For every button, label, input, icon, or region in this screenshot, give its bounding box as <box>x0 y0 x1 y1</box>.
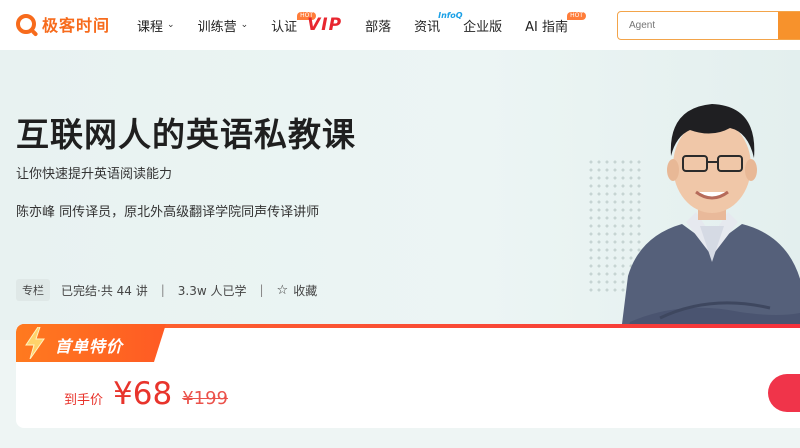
lightning-icon <box>25 327 45 359</box>
column-tag: 专栏 <box>16 279 50 301</box>
nav-item-vip[interactable]: VIP <box>297 0 342 50</box>
nav-item-label: 企业版 <box>463 19 503 35</box>
learner-count: 3.3w 人已学 <box>177 283 247 298</box>
infoq-badge: InfoQ <box>438 11 463 20</box>
divider: | <box>160 283 165 297</box>
nav-item-bootcamp[interactable]: 训练营 ⌄ <box>198 0 249 50</box>
nav-item-enterprise[interactable]: 企业版 <box>463 0 502 50</box>
nav-item-label: 部落 <box>365 19 392 35</box>
favorite-button[interactable]: ☆ 收藏 <box>277 282 318 299</box>
nav-item-label: 认证 <box>271 19 298 35</box>
logo[interactable]: 极客时间 <box>16 12 110 36</box>
nav-item-label: 资讯 <box>414 19 441 35</box>
author-info: 陈亦峰 同传译员，原北外高级翻译学院同声传译讲师 <box>16 205 320 220</box>
nav-item-ai-guide[interactable]: AI 指南 HOT <box>525 0 587 50</box>
price-label: 到手价 <box>64 393 104 408</box>
price-card: 首单特价 到手价 ¥68 ¥199 <box>16 324 800 428</box>
nav-item-tribe[interactable]: 部落 <box>365 0 391 50</box>
logo-text: 极客时间 <box>42 16 111 35</box>
buy-button[interactable] <box>768 374 800 412</box>
chevron-down-icon: ⌄ <box>240 20 249 30</box>
price-row: 到手价 ¥68 ¥199 <box>64 376 228 412</box>
course-title: 互联网人的英语私教课 <box>16 115 356 154</box>
nav-item-label: AI 指南 <box>525 19 569 35</box>
search-box <box>617 11 800 40</box>
nav-item-label: 课程 <box>137 19 164 35</box>
nav-item-courses[interactable]: 课程 ⌄ <box>137 0 175 50</box>
chevron-down-icon: ⌄ <box>167 20 175 30</box>
course-subtitle: 让你快速提升英语阅读能力 <box>16 167 173 182</box>
main-menu: 课程 ⌄ 训练营 ⌄ 认证 HOT VIP 部落 资讯 InfoQ 企业版 AI… <box>137 0 591 50</box>
course-hero: 互联网人的英语私教课 让你快速提升英语阅读能力 陈亦峰 同传译员，原北外高级翻译… <box>0 50 800 340</box>
current-price: ¥68 <box>113 376 173 412</box>
divider: | <box>259 283 264 297</box>
search-button[interactable] <box>778 12 800 39</box>
nav-item-label: 训练营 <box>197 19 237 35</box>
search-input[interactable] <box>618 20 778 31</box>
lesson-count: 已完结·共 44 讲 <box>61 283 148 298</box>
nav-item-news[interactable]: 资讯 InfoQ <box>414 0 462 50</box>
top-nav: 极客时间 课程 ⌄ 训练营 ⌄ 认证 HOT VIP 部落 资讯 InfoQ 企… <box>0 0 800 50</box>
nav-item-certification[interactable]: 认证 HOT <box>271 0 317 50</box>
original-price: ¥199 <box>182 388 228 409</box>
promo-label: 首单特价 <box>55 337 124 356</box>
instructor-photo <box>620 104 800 340</box>
hot-badge: HOT <box>567 12 587 20</box>
star-icon: ☆ <box>276 282 289 298</box>
vip-logo: VIP <box>307 15 343 35</box>
logo-icon <box>16 14 36 34</box>
favorite-label: 收藏 <box>293 283 318 298</box>
course-meta: 专栏 已完结·共 44 讲 | 3.3w 人已学 | ☆ 收藏 <box>16 279 317 301</box>
